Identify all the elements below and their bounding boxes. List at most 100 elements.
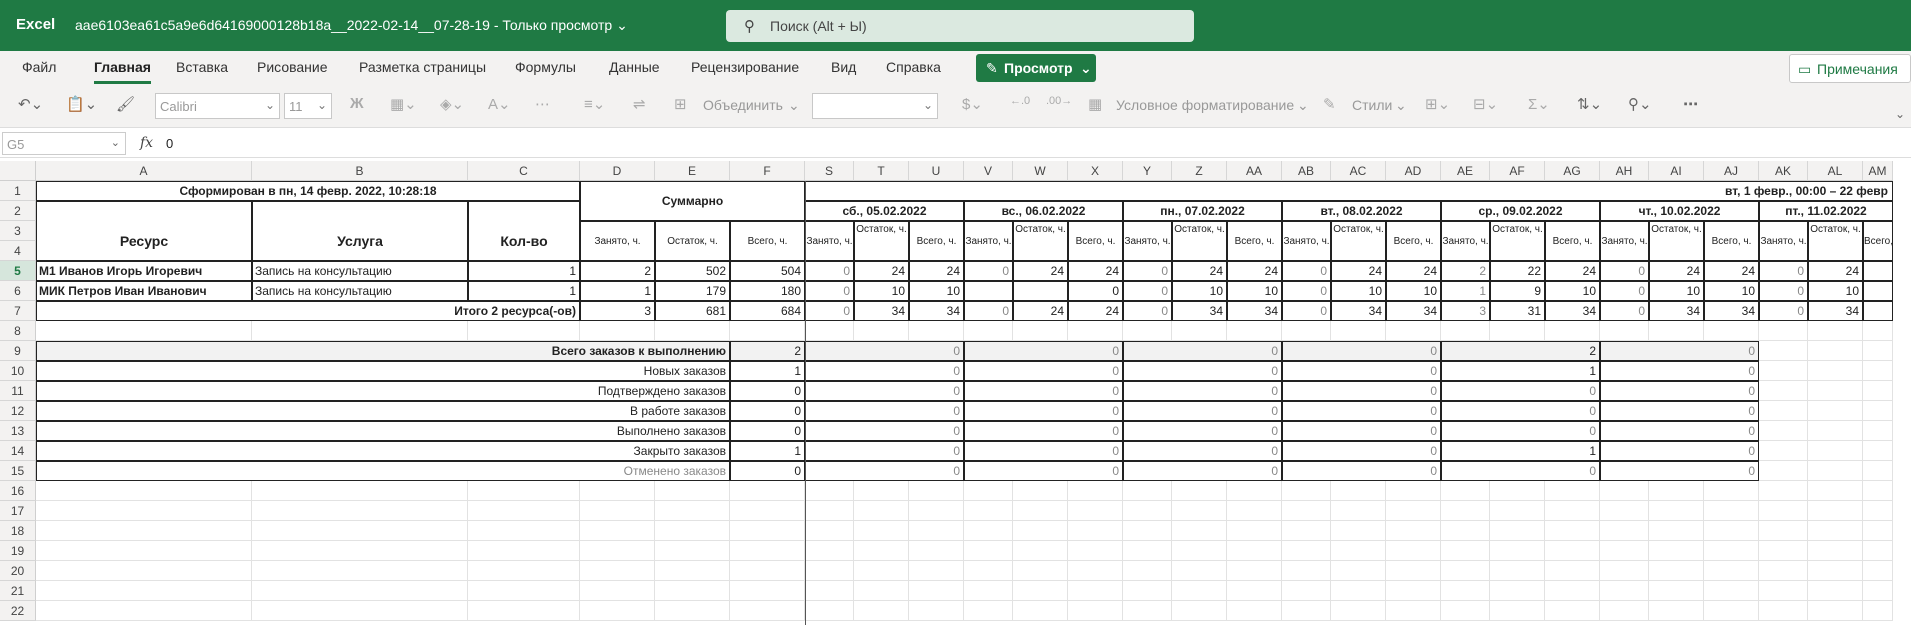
column-header[interactable]: AB xyxy=(1282,161,1331,181)
day-value[interactable]: 24 xyxy=(1649,261,1704,281)
conditional-format-icon[interactable]: ▦ xyxy=(1088,95,1102,113)
cell[interactable] xyxy=(580,541,655,561)
generated-header[interactable]: Сформирован в пн, 14 февр. 2022, 10:28:1… xyxy=(36,181,580,201)
cell[interactable] xyxy=(580,321,655,341)
merge-icon[interactable]: ⊞ xyxy=(674,95,687,113)
increase-decimal-icon[interactable]: ←.0 xyxy=(1010,95,1030,107)
cell[interactable] xyxy=(1490,561,1545,581)
cell[interactable] xyxy=(805,561,854,581)
tab-view[interactable]: Вид xyxy=(831,59,856,75)
cell[interactable] xyxy=(1227,541,1282,561)
sub-header[interactable]: Всего, ч. xyxy=(1545,221,1600,261)
order-day-value[interactable]: 0 xyxy=(1123,461,1282,481)
merge-chevron-icon[interactable]: ⌄ xyxy=(788,97,800,114)
order-day-value[interactable]: 0 xyxy=(1600,381,1759,401)
column-header[interactable]: T xyxy=(854,161,909,181)
cell[interactable] xyxy=(1282,501,1331,521)
column-header[interactable]: AF xyxy=(1490,161,1545,181)
sum-icon[interactable]: Σ⌄ xyxy=(1528,95,1550,113)
cell[interactable] xyxy=(909,521,964,541)
row-header[interactable]: 13 xyxy=(0,421,36,441)
day-value[interactable]: 24 xyxy=(1704,261,1759,281)
cell[interactable] xyxy=(1600,581,1649,601)
order-day-value[interactable]: 0 xyxy=(1441,381,1600,401)
cell[interactable] xyxy=(1863,401,1893,421)
cell[interactable] xyxy=(1545,561,1600,581)
day-value[interactable] xyxy=(1863,281,1893,301)
cell[interactable] xyxy=(36,321,252,341)
day-value[interactable]: 0 xyxy=(1282,261,1331,281)
sub-header[interactable]: Остаток, ч. xyxy=(655,221,730,261)
cell[interactable] xyxy=(1759,481,1808,501)
cell[interactable] xyxy=(1649,601,1704,621)
cell[interactable] xyxy=(1490,481,1545,501)
day-value[interactable]: 9 xyxy=(1490,281,1545,301)
day-header[interactable]: чт., 10.02.2022 xyxy=(1600,201,1759,221)
total-label[interactable]: Итого 2 ресурса(-ов) xyxy=(36,301,580,321)
day-value[interactable]: 24 xyxy=(1013,261,1068,281)
cell[interactable] xyxy=(1013,321,1068,341)
day-value[interactable] xyxy=(964,281,1013,301)
total-day-value[interactable]: 3 xyxy=(1441,301,1490,321)
row-header[interactable]: 15 xyxy=(0,461,36,481)
day-value[interactable]: 24 xyxy=(1808,261,1863,281)
order-sum[interactable]: 0 xyxy=(730,381,805,401)
cell[interactable] xyxy=(1759,501,1808,521)
row-header[interactable]: 10 xyxy=(0,361,36,381)
cell[interactable] xyxy=(1282,481,1331,501)
cell[interactable] xyxy=(1123,481,1172,501)
cell[interactable] xyxy=(1013,501,1068,521)
order-day-value[interactable]: 0 xyxy=(1282,461,1441,481)
column-header[interactable]: W xyxy=(1013,161,1068,181)
cell[interactable] xyxy=(1172,481,1227,501)
day-value[interactable]: 10 xyxy=(909,281,964,301)
cell[interactable] xyxy=(964,501,1013,521)
cell[interactable] xyxy=(1545,541,1600,561)
cell[interactable] xyxy=(1863,561,1893,581)
cell[interactable] xyxy=(1704,581,1759,601)
tab-help[interactable]: Справка xyxy=(886,59,941,75)
cell[interactable] xyxy=(805,521,854,541)
order-day-value[interactable]: 0 xyxy=(964,361,1123,381)
order-day-value[interactable]: 0 xyxy=(1600,401,1759,421)
cell[interactable] xyxy=(655,581,730,601)
cell[interactable] xyxy=(655,521,730,541)
cell[interactable] xyxy=(1759,601,1808,621)
order-sum[interactable]: 1 xyxy=(730,361,805,381)
cell[interactable] xyxy=(1759,461,1808,481)
spreadsheet-grid[interactable]: A B C D E F S T U V W X Y Z AA AB AC AD AE AF AG AH AI AJ AK AL AM… xyxy=(0,161,1911,625)
cell[interactable] xyxy=(1649,541,1704,561)
cell[interactable] xyxy=(1808,381,1863,401)
cell[interactable] xyxy=(1331,581,1386,601)
cell[interactable] xyxy=(730,601,805,621)
cell[interactable] xyxy=(1600,561,1649,581)
cell[interactable] xyxy=(1068,581,1123,601)
tab-file[interactable]: Файл xyxy=(22,59,56,75)
cell[interactable] xyxy=(1068,321,1123,341)
cell[interactable] xyxy=(1863,501,1893,521)
tab-insert[interactable]: Вставка xyxy=(176,59,228,75)
day-value[interactable]: 10 xyxy=(854,281,909,301)
sum-value[interactable]: 179 xyxy=(655,281,730,301)
cell[interactable] xyxy=(1759,381,1808,401)
cell[interactable] xyxy=(854,561,909,581)
day-value[interactable]: 0 xyxy=(1068,281,1123,301)
cell[interactable] xyxy=(730,321,805,341)
row-header[interactable]: 16 xyxy=(0,481,36,501)
cell[interactable] xyxy=(1282,321,1331,341)
cell[interactable] xyxy=(964,481,1013,501)
cell[interactable] xyxy=(1386,581,1441,601)
order-day-value[interactable]: 0 xyxy=(1282,361,1441,381)
total-day-value[interactable]: 34 xyxy=(1227,301,1282,321)
column-header[interactable]: V xyxy=(964,161,1013,181)
row-header[interactable]: 2 xyxy=(0,201,36,221)
order-label[interactable]: Всего заказов к выполнению xyxy=(36,341,730,361)
cell[interactable] xyxy=(1386,601,1441,621)
cell[interactable] xyxy=(964,521,1013,541)
cell[interactable] xyxy=(1013,541,1068,561)
day-header[interactable]: ср., 09.02.2022 xyxy=(1441,201,1600,221)
cell[interactable] xyxy=(1068,481,1123,501)
fill-color-icon[interactable]: ◈⌄ xyxy=(440,95,464,113)
sub-header[interactable]: Всего, ч. xyxy=(1068,221,1123,261)
day-value[interactable]: 10 xyxy=(1808,281,1863,301)
